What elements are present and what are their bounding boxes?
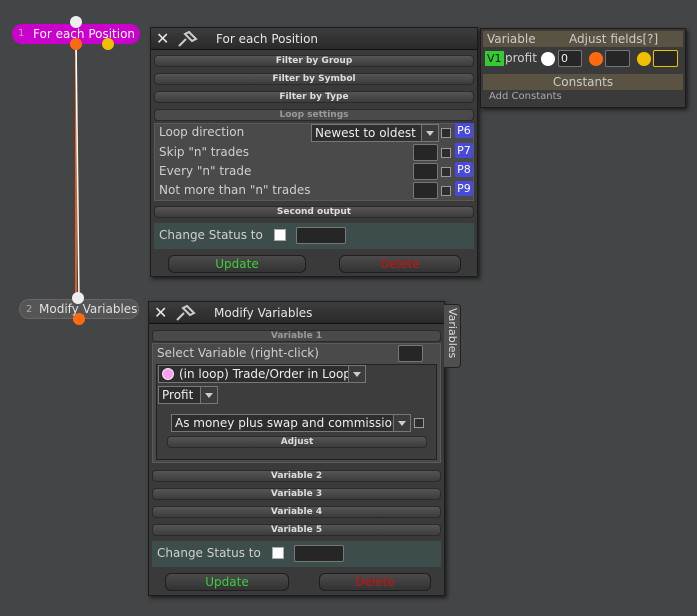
chevron-down-icon	[421, 125, 438, 141]
variable-row: V1 profit 0	[483, 49, 683, 71]
change-status-row: Change Status to	[152, 541, 441, 567]
modify-variables-panel: ✕ Modify Variables Variable 1 Select Var…	[148, 301, 445, 596]
orange-color-dot[interactable]	[589, 52, 603, 66]
skip-n-trades-checkbox[interactable]	[441, 148, 451, 158]
panel-title: For each Position	[216, 32, 319, 46]
loop-settings-section[interactable]: Loop settings	[154, 109, 474, 121]
variable-header-label: Variable	[487, 32, 536, 46]
every-n-trade-checkbox[interactable]	[441, 167, 451, 177]
every-n-trade-label: Every "n" trade	[159, 164, 252, 178]
constants-header: Constants	[483, 74, 683, 90]
yellow-field[interactable]	[653, 50, 678, 67]
close-icon[interactable]: ✕	[156, 28, 169, 50]
node-number: 1	[18, 28, 25, 39]
loop-item-value: (in loop) Trade/Order in Loop	[179, 367, 351, 381]
change-status-label: Change Status to	[159, 228, 263, 242]
skip-n-trades-field[interactable]	[413, 144, 438, 161]
change-status-row: Change Status to	[154, 223, 474, 249]
variable-3-section[interactable]: Variable 3	[152, 488, 441, 500]
yellow-color-dot[interactable]	[637, 52, 651, 66]
white-color-dot[interactable]	[541, 52, 555, 66]
variable-1-section[interactable]: Variable 1	[152, 330, 441, 342]
orange-field[interactable]	[605, 50, 630, 67]
p9-badge[interactable]: P9	[455, 181, 473, 196]
node-second-output-connector[interactable]	[102, 38, 114, 50]
not-more-than-label: Not more than "n" trades	[159, 183, 311, 197]
chevron-down-icon	[393, 415, 410, 431]
loop-item-select[interactable]: (in loop) Trade/Order in Loop	[158, 365, 366, 383]
node-input-connector[interactable]	[72, 292, 84, 304]
p8-badge[interactable]: P8	[455, 162, 473, 177]
adjust-section[interactable]: Adjust	[167, 436, 427, 448]
loop-direction-select[interactable]: Newest to oldest	[311, 124, 439, 142]
pin-icon[interactable]	[177, 30, 199, 48]
panel-title: Modify Variables	[214, 306, 313, 320]
filter-by-type-section[interactable]: Filter by Type	[154, 91, 474, 103]
change-status-checkbox[interactable]	[274, 229, 286, 241]
every-n-trade-field[interactable]	[413, 163, 438, 180]
node-output-connector[interactable]	[70, 38, 82, 50]
node-label: Modify Variables	[39, 302, 138, 316]
delete-button[interactable]: Delete	[319, 573, 431, 591]
variable-2-section[interactable]: Variable 2	[152, 470, 441, 482]
not-more-than-checkbox[interactable]	[441, 186, 451, 196]
chevron-down-icon	[200, 387, 217, 403]
change-status-field[interactable]	[294, 545, 344, 562]
p7-badge[interactable]: P7	[455, 143, 473, 158]
pink-dot-icon	[162, 368, 174, 380]
delete-button[interactable]: Delete	[339, 255, 461, 273]
variables-header: Variable Adjust fields[?]	[483, 31, 683, 47]
panel-titlebar: ✕ For each Position	[151, 28, 477, 50]
p6-badge[interactable]: P6	[455, 123, 473, 138]
profit-value: Profit	[162, 388, 194, 402]
change-status-label: Change Status to	[157, 546, 261, 560]
profit-select[interactable]: Profit	[158, 386, 218, 404]
for-each-position-panel: ✕ For each Position Filter by Group Filt…	[150, 27, 478, 277]
variables-side-tab[interactable]: Variables	[444, 304, 461, 368]
filter-by-group-section[interactable]: Filter by Group	[154, 55, 474, 67]
filter-by-symbol-section[interactable]: Filter by Symbol	[154, 73, 474, 85]
node-label: For each Position	[33, 27, 136, 41]
add-constants-link[interactable]: Add Constants	[489, 91, 562, 102]
variable-name[interactable]: profit	[505, 51, 537, 65]
node-output-connector[interactable]	[73, 313, 85, 325]
chevron-down-icon	[348, 366, 365, 382]
loop-direction-label: Loop direction	[159, 125, 245, 139]
skip-n-trades-label: Skip "n" trades	[159, 145, 250, 159]
second-output-section[interactable]: Second output	[154, 206, 474, 218]
variable-4-section[interactable]: Variable 4	[152, 506, 441, 518]
money-value: As money plus swap and commission	[175, 416, 400, 430]
pin-icon[interactable]	[175, 304, 197, 322]
money-select[interactable]: As money plus swap and commission	[171, 414, 411, 432]
change-status-field[interactable]	[296, 227, 346, 244]
select-variable-field[interactable]	[398, 345, 423, 362]
node-input-connector[interactable]	[70, 16, 82, 28]
money-checkbox[interactable]	[414, 418, 424, 428]
loop-direction-value: Newest to oldest	[315, 126, 416, 140]
variable-5-section[interactable]: Variable 5	[152, 524, 441, 536]
node-number: 2	[26, 304, 33, 315]
v1-badge: V1	[485, 51, 504, 66]
change-status-checkbox[interactable]	[272, 547, 284, 559]
not-more-than-field[interactable]	[413, 182, 438, 199]
close-icon[interactable]: ✕	[154, 302, 167, 324]
panel-titlebar: ✕ Modify Variables	[149, 302, 444, 324]
select-variable-label: Select Variable (right-click)	[157, 346, 319, 360]
update-button[interactable]: Update	[165, 573, 289, 591]
variables-box: Variable Adjust fields[?] V1 profit 0 Co…	[480, 28, 686, 108]
variable-value-field[interactable]: 0	[558, 50, 582, 67]
adjust-fields-label[interactable]: Adjust fields[?]	[569, 32, 658, 46]
side-tab-label: Variables	[446, 308, 459, 359]
update-button[interactable]: Update	[168, 255, 306, 273]
loop-direction-checkbox[interactable]	[441, 128, 451, 138]
